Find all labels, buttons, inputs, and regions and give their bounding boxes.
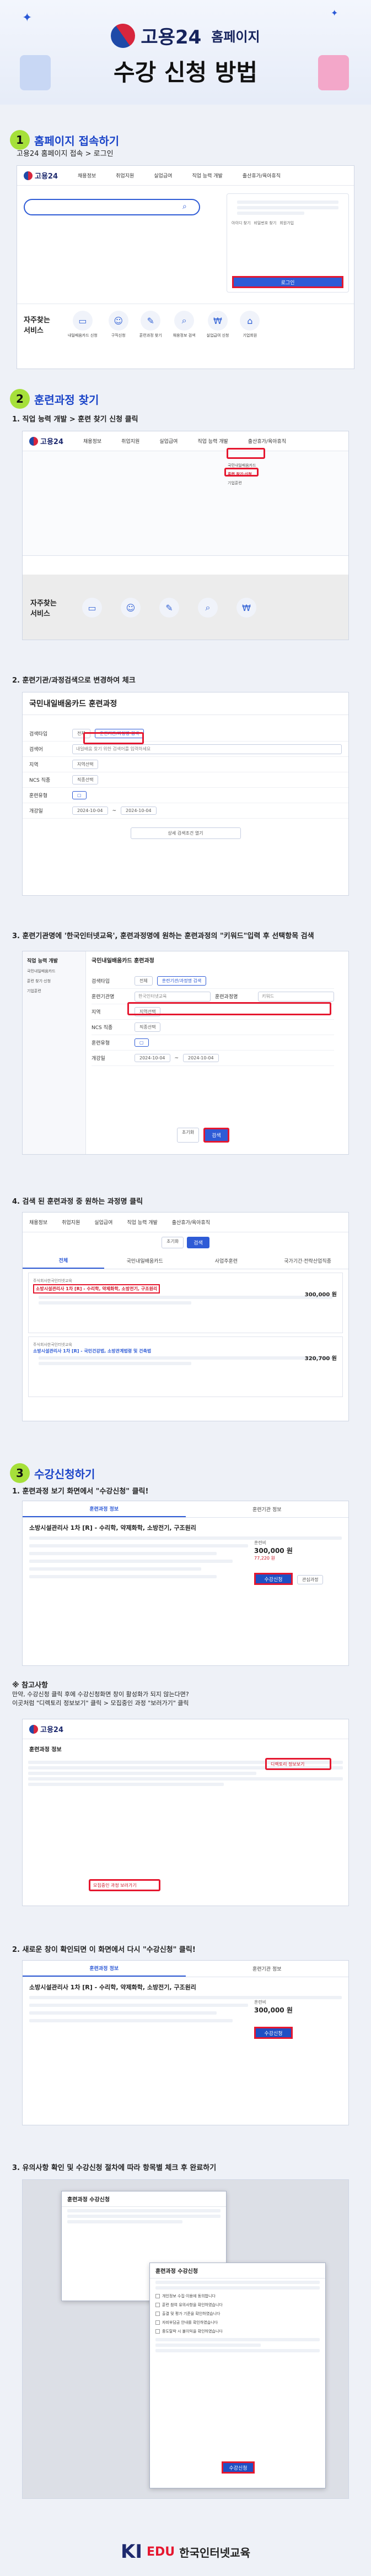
agree-checkbox[interactable]: 훈련 참여 유의사항을 확인하였습니다 <box>150 2301 325 2309</box>
footer-logo: KI <box>121 2541 143 2563</box>
submit-button[interactable]: 수강신청 <box>222 2461 255 2474</box>
quick-item[interactable]: ⌕ 채용정보 검색 <box>173 311 196 338</box>
step-label: 4. 검색 된 훈련과정 중 원하는 과정명 클릭 <box>12 1198 143 1206</box>
course-link[interactable]: 소방시설관리사 1차 [R] - 국민건강법, 소방관계법령 및 건축법 <box>33 1348 338 1354</box>
screenshot-directory: 고용24 훈련과정 정보 디렉토리 정보보기 모집중인 과정 보러가기 <box>22 1719 349 1906</box>
quick-item[interactable]: ✎ 훈련과정 찾기 <box>139 311 162 338</box>
nav-item[interactable]: 출산휴가/육아휴직 <box>248 437 286 445</box>
screenshot-results: 채용정보 취업지원 실업급여 직업 능력 개발 출산휴가/육아휴직 초기화 검색 전체 국… <box>22 1212 349 1421</box>
result-card[interactable]: 주식회사한국인터넷교육 소방시설관리사 1차 [R] - 국민건강법, 소방관계… <box>28 1336 343 1397</box>
tab-all[interactable]: 전체 <box>23 1253 104 1269</box>
date-to[interactable]: 2024-10-04 <box>121 807 157 815</box>
nav-item[interactable]: 직업 능력 개발 <box>197 437 228 445</box>
modal-title: 훈련과정 수강신청 <box>150 2263 325 2279</box>
form-title: 국민내일배움카드 훈련과정 <box>23 692 348 715</box>
nav-item[interactable]: 취업지원 <box>116 172 134 179</box>
agree-checkbox[interactable]: 출결 및 평가 기준을 확인하였습니다 <box>150 2309 325 2318</box>
quick-item[interactable]: ▭ 내일배움카드 신청 <box>68 311 98 338</box>
brand-title: 고용24 <box>141 26 202 48</box>
nav-item[interactable]: 실업급여 <box>159 437 178 445</box>
nav-item[interactable]: 직업 능력 개발 <box>192 172 222 179</box>
tab-national[interactable]: 국가기간·전략산업직종 <box>267 1253 348 1269</box>
screenshot-search-keyword: 직업 능력 개발 국민내일배움카드 훈련 찾기·신청 기업훈련 국민내일배움카드 훈… <box>22 951 349 1155</box>
tab-card[interactable]: 국민내일배움카드 <box>104 1253 186 1269</box>
region-select[interactable]: 지역선택 <box>72 760 99 769</box>
highlight-menu <box>224 468 259 477</box>
section-number: 2 <box>10 389 30 409</box>
login-button[interactable]: 로그인 <box>232 276 343 288</box>
highlight-inputs <box>127 1002 331 1015</box>
course-input[interactable]: 키워드 <box>258 991 334 1002</box>
nav-item[interactable]: 실업급여 <box>154 172 172 179</box>
go-course-button[interactable]: 모집중인 과정 보러가기 <box>93 1882 137 1888</box>
wish-button[interactable]: 관심과정 <box>297 1575 324 1584</box>
apply-button[interactable]: 수강신청 <box>254 1573 293 1585</box>
search-input[interactable] <box>24 199 200 215</box>
date-from[interactable]: 2024-10-04 <box>72 807 108 815</box>
section-title: 훈련과정 찾기 <box>34 393 99 407</box>
highlight-radio <box>83 732 144 744</box>
course-link[interactable]: 소방시설관리사 1차 [R] - 수리학, 약제화학, 소방전기, 구조원리 <box>33 1284 160 1294</box>
training-type[interactable]: ▢ <box>72 791 87 799</box>
reset-button[interactable]: 초기화 <box>177 1128 200 1143</box>
section-2-header: 2 훈련과정 찾기 <box>10 389 99 409</box>
quick-item[interactable]: ₩ 실업급여 신청 <box>207 311 229 338</box>
step-label: 1. 훈련과정 보기 화면에서 "수강신청" 클릭! <box>12 1487 149 1496</box>
highlight-nav <box>227 448 265 459</box>
page-title: 수강 신청 방법 <box>113 59 258 86</box>
step-label: 2. 새로운 창이 확인되면 이 화면에서 다시 "수강신청" 클릭! <box>12 1946 196 1954</box>
agree-checkbox[interactable]: 중도탈락 시 불이익을 확인하였습니다 <box>150 2327 325 2336</box>
note-block: ※ 참고사항 만약, 수강신청 클릭 후에 수강신청화면 창이 활성화가 되지 … <box>12 1681 189 1707</box>
section-subtitle: 고용24 홈페이지 접속 > 로그인 <box>17 150 114 158</box>
nav-item[interactable]: 채용정보 <box>78 172 96 179</box>
section-3-header: 3 수강신청하기 <box>10 1463 95 1483</box>
nav-item[interactable]: 출산휴가/육아휴직 <box>243 172 281 179</box>
brand-logo[interactable]: 고용24 <box>24 170 58 181</box>
directory-button[interactable]: 디렉토리 정보보기 <box>271 1761 304 1767</box>
result-card[interactable]: 주식회사한국인터넷교육 소방시설관리사 1차 [R] - 수리학, 약제화학, … <box>28 1273 343 1333</box>
keyword-input[interactable]: 내일배움 찾기 위한 검색어를 입력하세요 <box>72 744 342 754</box>
sparkle-icon: ✦ <box>331 8 338 18</box>
search-button[interactable]: 검색 <box>203 1128 229 1143</box>
step-label: 2. 훈련기관/과정검색으로 변경하여 체크 <box>12 677 136 685</box>
brand-subtitle: 홈페이지 <box>211 29 260 45</box>
screenshot-nav-menu: 고용24 채용정보 취업지원 실업급여 직업 능력 개발 출산휴가/육아휴직 국… <box>22 431 349 640</box>
agree-checkbox[interactable]: 자비부담금 안내를 확인하였습니다 <box>150 2318 325 2327</box>
institution-input[interactable]: 한국인터넷교육 <box>135 991 211 1002</box>
search-icon[interactable]: ⌕ <box>182 202 187 211</box>
taeguk-logo-icon <box>106 18 141 53</box>
nav-item[interactable]: 채용정보 <box>83 437 101 445</box>
nav-item[interactable]: 취업지원 <box>121 437 139 445</box>
step-label: 3. 유의사항 확인 및 수강신청 절차에 따라 항목별 체크 후 완료하기 <box>12 2164 217 2172</box>
page-header: ✦ ✦ 고용24 홈페이지 수강 신청 방법 <box>0 0 371 105</box>
more-conditions-button[interactable]: 상세 검색조건 열기 <box>130 827 241 839</box>
step-label: 3. 훈련기관명에 '한국인터넷교육', 훈련과정명에 원하는 훈련과정의 "키… <box>12 932 314 940</box>
screenshot-apply-modal: 훈련과정 수강신청 훈련과정 수강신청 개인정보 수집·이용에 동의합니다 훈련… <box>22 2179 349 2499</box>
footer: KI EDU 한국인터넷교육 <box>121 2541 250 2563</box>
apply-modal: 훈련과정 수강신청 개인정보 수집·이용에 동의합니다 훈련 참여 유의사항을 … <box>149 2263 326 2488</box>
screenshot-course-view: 훈련과정 정보 훈련기관 정보 소방시설관리사 1차 [R] - 수리학, 약제화… <box>22 1501 349 1666</box>
apply-button[interactable]: 수강신청 <box>254 2027 293 2039</box>
footer-name: 한국인터넷교육 <box>179 2546 250 2559</box>
step-label: 1. 직업 능력 개발 > 훈련 찾기 신청 클릭 <box>12 415 138 424</box>
tab-employer[interactable]: 사업주훈련 <box>186 1253 267 1269</box>
section-title: 홈페이지 접속하기 <box>34 134 120 148</box>
ncs-select[interactable]: 직종선택 <box>72 775 99 784</box>
section-number: 1 <box>10 130 30 150</box>
agree-checkbox[interactable]: 개인정보 수집·이용에 동의합니다 <box>150 2292 325 2301</box>
section-1-header: 1 홈페이지 접속하기 <box>10 130 119 150</box>
quick-item[interactable]: ⌂ 기업회원 <box>240 311 260 338</box>
screenshot-homepage: 고용24 채용정보 취업지원 실업급여 직업 능력 개발 출산휴가/육아휴직 ⌕… <box>17 165 354 369</box>
course-name: 소방시설관리사 1차 [R] - 수리학, 약제화학, 소방전기, 구조원리 <box>29 1524 196 1531</box>
quick-item[interactable]: ☺ 구직신청 <box>108 311 128 338</box>
screenshot-course-view-2: 훈련과정 정보 훈련기관 정보 소방시설관리사 1차 [R] - 수리학, 약제화… <box>22 1960 349 2125</box>
screenshot-search-form: 국민내일배움카드 훈련과정 검색타입 전체 훈련기관/과정명 검색 검색어 내일배움 … <box>22 692 349 896</box>
quick-label: 자주찾는 서비스 <box>24 316 50 335</box>
